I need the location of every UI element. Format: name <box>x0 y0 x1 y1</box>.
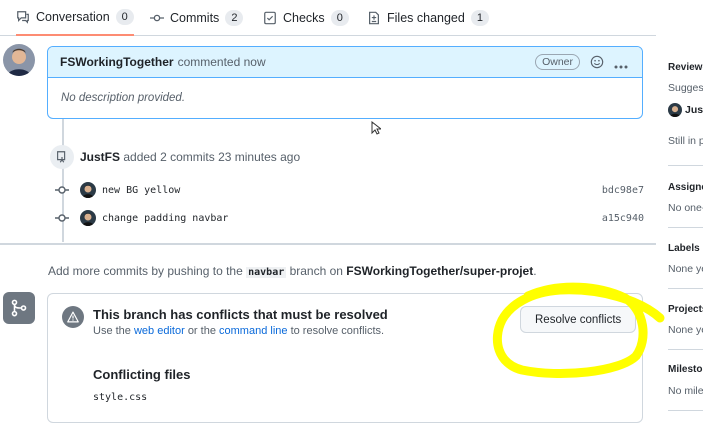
sidebar-reviewers-suggestion: Suggest <box>668 82 703 94</box>
file-diff-icon <box>367 11 381 25</box>
sidebar-reviewers-heading[interactable]: Reviewe <box>668 62 703 73</box>
pusher-name[interactable]: JustFS <box>80 150 120 164</box>
pr-tabs: Conversation 0 Commits 2 Checks 0 Files … <box>0 0 656 36</box>
sidebar-assignees-value: No one- <box>668 202 703 214</box>
sidebar-divider <box>668 288 703 289</box>
push-hint: Add more commits by pushing to the navba… <box>48 264 537 278</box>
command-line-link[interactable]: command line <box>219 325 287 337</box>
push-description: added 2 commits 23 minutes ago <box>123 150 301 164</box>
tab-checks[interactable]: Checks 0 <box>263 0 349 36</box>
tab-label: Checks <box>283 11 325 25</box>
comment-box: FSWorkingTogether commented now Owner No… <box>47 46 643 119</box>
sidebar-divider <box>668 349 703 350</box>
kebab-icon[interactable] <box>614 56 628 72</box>
conflicting-file[interactable]: style.css <box>93 392 147 403</box>
push-event: JustFS added 2 commits 23 minutes ago <box>80 150 300 164</box>
conflicting-files-title: Conflicting files <box>93 367 191 382</box>
commit-message[interactable]: change padding navbar <box>102 213 228 224</box>
smiley-icon[interactable] <box>590 55 604 72</box>
sidebar-reviewers-status: Still in p <box>668 135 703 147</box>
comment-body: No description provided. <box>61 92 186 104</box>
sidebar-projects-value: None ye <box>668 324 703 336</box>
sidebar-milestone-heading[interactable]: Milesto <box>668 364 702 375</box>
sidebar-labels-heading[interactable]: Labels <box>668 243 700 254</box>
conflict-subtitle: Use the web editor or the command line t… <box>93 325 384 337</box>
tab-conversation[interactable]: Conversation 0 <box>16 0 134 36</box>
sidebar-divider <box>668 165 703 166</box>
sidebar-divider <box>668 227 703 228</box>
hint-prefix: Add more commits by pushing to the <box>48 264 243 278</box>
comment-meta: commented now <box>177 55 266 69</box>
commit-icon <box>50 213 74 223</box>
mouse-cursor-icon <box>371 120 383 138</box>
checks-icon <box>263 11 277 25</box>
repo-link[interactable]: FSWorkingTogether/super-projet <box>346 264 533 278</box>
conversation-icon <box>16 10 30 24</box>
sub-or: or the <box>187 325 216 337</box>
timeline-divider <box>0 243 656 245</box>
sidebar-projects-heading[interactable]: Projects <box>668 304 703 315</box>
avatar <box>668 103 682 117</box>
commit-row: new BG yellow bdc98e7 <box>50 180 644 200</box>
tab-label: Commits <box>170 11 220 25</box>
sidebar-assignees-heading[interactable]: Assigne <box>668 182 703 193</box>
sidebar-reviewer[interactable]: Just <box>668 103 703 117</box>
conflict-title: This branch has conflicts that must be r… <box>93 307 388 322</box>
repo-push-icon <box>50 145 74 169</box>
tab-count: 0 <box>330 10 349 26</box>
tab-count: 2 <box>225 10 244 26</box>
sidebar-labels-value: None ye <box>668 263 703 275</box>
comment-author[interactable]: FSWorkingTogether <box>60 55 174 69</box>
tab-label: Conversation <box>36 10 110 24</box>
tab-count: 1 <box>470 10 489 26</box>
sidebar-divider <box>668 410 703 411</box>
owner-badge: Owner <box>535 54 580 70</box>
tab-count: 0 <box>115 9 134 25</box>
sidebar-milestone-value: No mile <box>668 385 703 397</box>
sidebar-reviewer-name: Just <box>685 104 703 116</box>
merge-box: This branch has conflicts that must be r… <box>47 293 643 423</box>
git-merge-icon <box>3 292 35 324</box>
branch-name: navbar <box>246 267 287 278</box>
tab-commits[interactable]: Commits 2 <box>150 0 244 36</box>
commit-sha[interactable]: bdc98e7 <box>602 185 644 196</box>
web-editor-link[interactable]: web editor <box>134 325 185 337</box>
commit-icon <box>150 11 164 25</box>
tab-label: Files changed <box>387 11 465 25</box>
sub-use: Use the <box>93 325 131 337</box>
commit-sha[interactable]: a15c940 <box>602 213 644 224</box>
hint-suffix: . <box>533 264 537 278</box>
commit-icon <box>50 185 74 195</box>
sub-tail: to resolve conflicts. <box>290 325 385 337</box>
avatar[interactable] <box>80 210 96 226</box>
resolve-conflicts-button[interactable]: Resolve conflicts <box>520 306 637 333</box>
tab-files-changed[interactable]: Files changed 1 <box>367 0 489 36</box>
commit-row: change padding navbar a15c940 <box>50 208 644 228</box>
hint-middle: branch on <box>289 264 343 278</box>
commit-message[interactable]: new BG yellow <box>102 185 180 196</box>
alert-icon <box>62 306 84 328</box>
avatar[interactable] <box>80 182 96 198</box>
avatar[interactable] <box>3 44 35 76</box>
comment-header: FSWorkingTogether commented now Owner <box>48 47 642 78</box>
